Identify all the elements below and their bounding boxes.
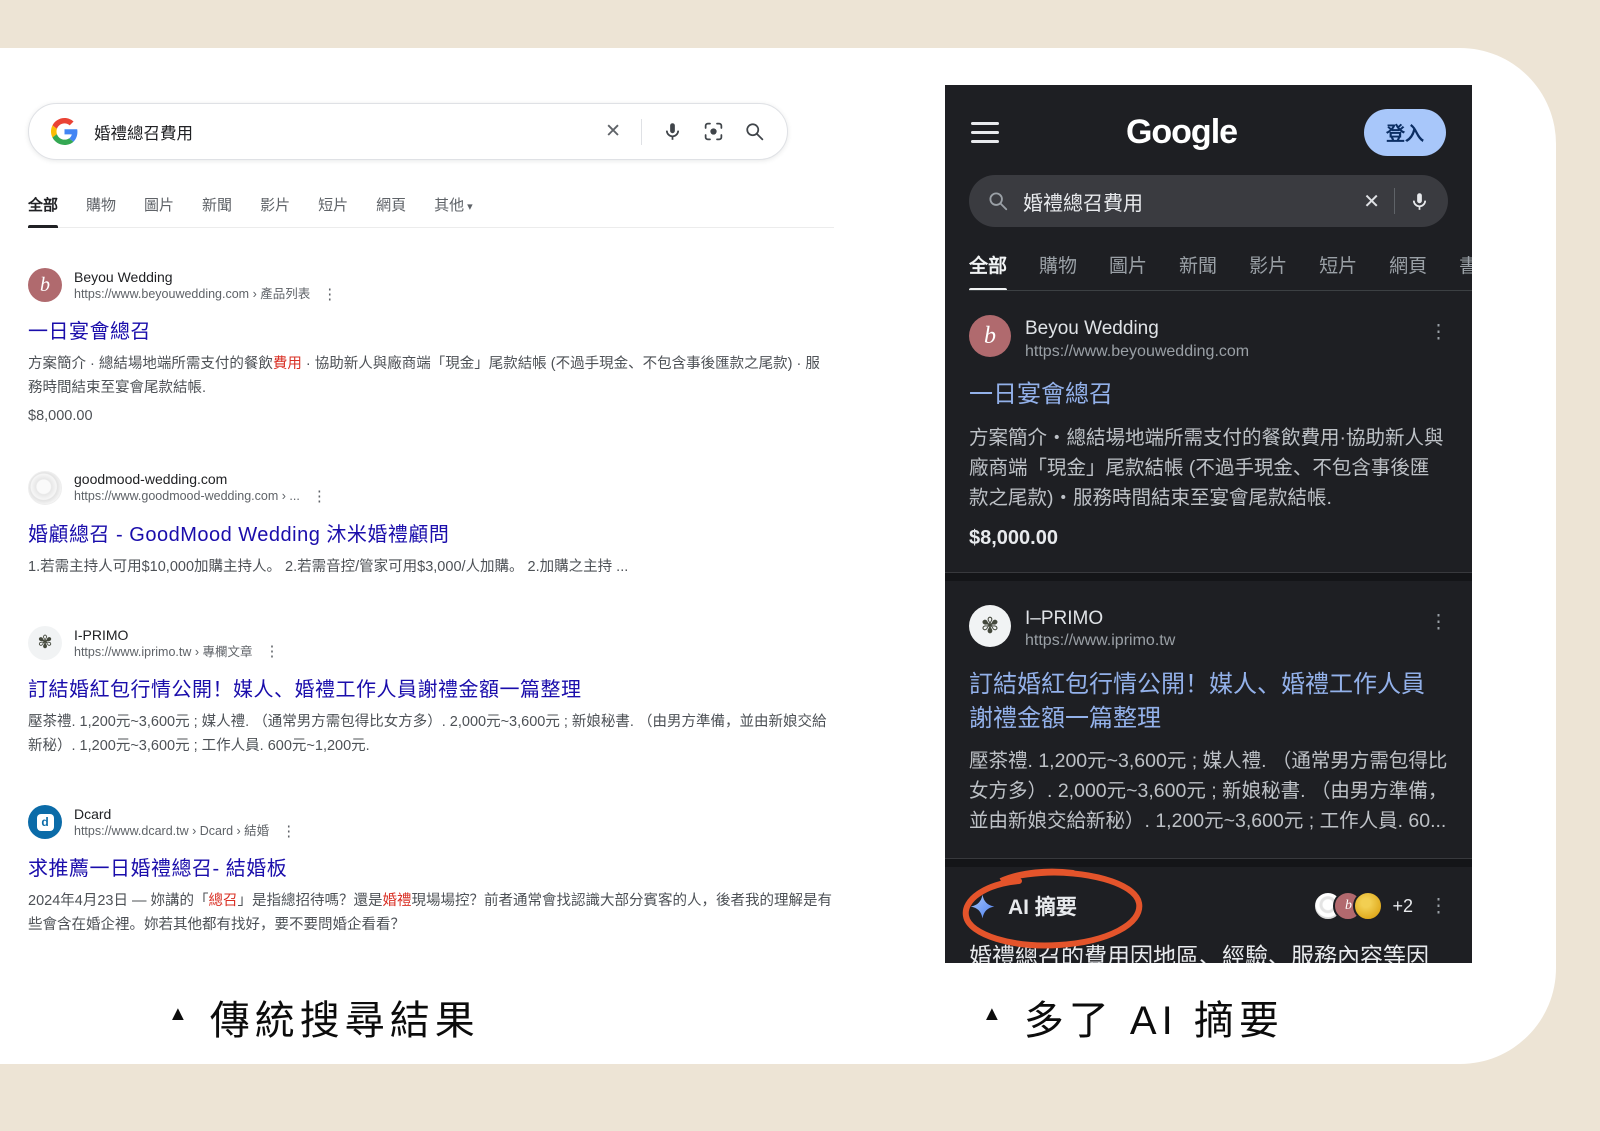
microphone-icon[interactable] (662, 121, 683, 142)
beyou-favicon: b (28, 268, 62, 302)
goodmood-favicon (28, 471, 62, 505)
result-snippet: 1.若需主持人可用$10,000加購主持人。 2.若需音控/管家可用$3,000… (28, 556, 834, 580)
beyou-favicon: b (969, 315, 1011, 357)
desktop-search-panel: 婚禮總召費用 ✕ 全部 購物 (28, 103, 834, 984)
divider (1394, 188, 1395, 214)
mobile-search-bar[interactable]: 婚禮總召費用 ✕ (969, 175, 1448, 227)
search-bar[interactable]: 婚禮總召費用 ✕ (28, 103, 788, 160)
more-options-icon[interactable]: ⋮ (1429, 315, 1448, 344)
result-snippet: 方案簡介・總結場地端所需支付的餐飲費用·協助新人與廠商端「現金」尾款結帳 (不過… (969, 423, 1448, 513)
result-title-link[interactable]: 訂結婚紅包行情公開！媒人、婚禮工作人員謝禮金額一篇整理 (28, 673, 834, 702)
tab-shorts[interactable]: 短片 (318, 194, 348, 215)
menu-icon[interactable] (971, 122, 999, 143)
tab-images[interactable]: 圖片 (1109, 251, 1147, 278)
search-results-list: b Beyou Wedding https://www.beyouwedding… (28, 268, 834, 938)
caption-traditional-results: ▲ 傳統搜尋結果 (168, 988, 480, 1046)
tab-web[interactable]: 網頁 (1389, 251, 1427, 278)
search-icon[interactable] (744, 121, 765, 142)
result-site-name[interactable]: I–PRIMO (1025, 607, 1175, 632)
ai-overview-label[interactable]: AI 摘要 (1008, 891, 1077, 921)
result-type-tabs: 全部 購物 圖片 新聞 影片 短片 網頁 其他▾ (28, 194, 834, 228)
result-snippet: 方案簡介 · 總結場地端所需支付的餐飲費用 · 協助新人與廠商端「現金」尾款結帳… (28, 353, 834, 401)
mobile-header: Google 登入 (945, 85, 1472, 155)
more-options-icon[interactable]: ⋮ (1429, 605, 1448, 634)
caption-ai-overview: ▲ 多了 AI 摘要 (982, 988, 1284, 1046)
result-title-link[interactable]: 求推薦一日婚禮總召- 結婚板 (28, 852, 834, 881)
section-divider (945, 572, 1472, 581)
tab-shorts[interactable]: 短片 (1319, 251, 1357, 278)
screenshot-canvas: 婚禮總召費用 ✕ 全部 購物 (0, 0, 1600, 1131)
result-site-name[interactable]: I-PRIMO (74, 626, 280, 644)
microphone-icon[interactable] (1409, 191, 1430, 212)
clear-search-icon[interactable]: ✕ (605, 122, 621, 141)
iprimo-favicon: ✾ (969, 605, 1011, 647)
search-result: b Beyou Wedding https://www.beyouwedding… (28, 268, 834, 424)
sign-in-button[interactable]: 登入 (1364, 109, 1446, 156)
more-options-icon[interactable]: ⋮ (322, 287, 337, 302)
result-price: $8,000.00 (969, 527, 1448, 550)
google-logo: Google (999, 113, 1364, 152)
mobile-search-panel: Google 登入 婚禮總召費用 ✕ 全部 購物 圖片 新聞 影片 短片 網 (945, 85, 1472, 963)
result-snippet: 2024年4月23日 — 妳講的「總召」是指總招待嗎？還是婚禮現場場控？前者通常… (28, 890, 834, 938)
more-options-icon[interactable]: ⋮ (265, 644, 280, 659)
tab-videos[interactable]: 影片 (260, 194, 290, 215)
search-query-text[interactable]: 婚禮總召費用 (1023, 187, 1349, 216)
result-snippet: 壓茶禮. 1,200元~3,600元 ; 媒人禮. （通常男方需包得比女方多）.… (969, 746, 1448, 836)
tab-videos[interactable]: 影片 (1249, 251, 1287, 278)
search-result: b Beyou Wedding https://www.beyouwedding… (945, 291, 1472, 550)
tab-web[interactable]: 網頁 (376, 194, 406, 215)
ai-sparkle-icon (969, 893, 996, 920)
result-url[interactable]: https://www.goodmood-wedding.com › ... (74, 488, 300, 504)
tab-books[interactable]: 書 (1459, 251, 1472, 278)
result-site-name[interactable]: Beyou Wedding (74, 268, 337, 286)
result-url[interactable]: https://www.iprimo.tw (1025, 631, 1175, 652)
tab-shopping[interactable]: 購物 (1039, 251, 1077, 278)
more-options-icon[interactable]: ⋮ (1429, 895, 1448, 918)
result-price: $8,000.00 (28, 408, 834, 424)
search-query-text[interactable]: 婚禮總召費用 (94, 120, 605, 144)
tab-images[interactable]: 圖片 (144, 194, 174, 215)
tab-news[interactable]: 新聞 (1179, 251, 1217, 278)
result-title-link[interactable]: 訂結婚紅包行情公開！媒人、婚禮工作人員謝禮金額一篇整理 (969, 668, 1448, 736)
chevron-down-icon: ▾ (467, 201, 473, 213)
search-icon (987, 190, 1009, 212)
result-site-name[interactable]: Beyou Wedding (1025, 317, 1249, 342)
google-g-logo-icon (51, 118, 78, 145)
result-snippet: 壓茶禮. 1,200元~3,600元 ; 媒人禮. （通常男方需包得比女方多）.… (28, 711, 834, 759)
result-url[interactable]: https://www.beyouwedding.com › 產品列表 (74, 286, 310, 302)
triangle-marker-icon: ▲ (982, 1003, 1002, 1026)
tab-all[interactable]: 全部 (969, 251, 1007, 278)
result-type-tabs: 全部 購物 圖片 新聞 影片 短片 網頁 書 (969, 251, 1472, 291)
ai-source-chips[interactable]: b +2 ⋮ (1313, 891, 1448, 921)
result-url[interactable]: https://www.iprimo.tw › 專欄文章 (74, 644, 253, 660)
tab-news[interactable]: 新聞 (202, 194, 232, 215)
more-options-icon[interactable]: ⋮ (281, 824, 296, 839)
ai-overview-section: AI 摘要 b +2 ⋮ 婚禮總召的費用因地區、經驗、服務內容等因素而異，大約落… (945, 867, 1472, 963)
tab-shopping[interactable]: 購物 (86, 194, 116, 215)
search-result: goodmood-wedding.com https://www.goodmoo… (28, 470, 834, 579)
result-title-link[interactable]: 一日宴會總召 (969, 378, 1448, 412)
result-site-name[interactable]: goodmood-wedding.com (74, 470, 327, 488)
result-url[interactable]: https://www.dcard.tw › Dcard › 結婚 (74, 823, 269, 839)
section-divider (945, 858, 1472, 867)
google-lens-icon[interactable] (703, 121, 724, 142)
search-result: ✾ I-PRIMO https://www.iprimo.tw › 專欄文章 ⋮… (28, 626, 834, 759)
triangle-marker-icon: ▲ (168, 1003, 188, 1026)
tab-more[interactable]: 其他▾ (434, 194, 473, 215)
clear-search-icon[interactable]: ✕ (1363, 189, 1380, 214)
ai-overview-text: 婚禮總召的費用因地區、經驗、服務內容等因素而異，大約落在5,000 元到50,0… (969, 939, 1450, 963)
dcard-favicon: d (28, 805, 62, 839)
result-title-link[interactable]: 婚顧總召 - GoodMood Wedding 沐米婚禮顧問 (28, 518, 834, 547)
result-url[interactable]: https://www.beyouwedding.com (1025, 342, 1249, 363)
result-title-link[interactable]: 一日宴會總召 (28, 315, 834, 344)
source-favicon[interactable] (1353, 891, 1383, 921)
divider (641, 119, 642, 145)
result-site-name[interactable]: Dcard (74, 805, 296, 823)
search-result: d Dcard https://www.dcard.tw › Dcard › 結… (28, 805, 834, 938)
tab-all[interactable]: 全部 (28, 194, 58, 215)
search-result: ✾ I–PRIMO https://www.iprimo.tw ⋮ 訂結婚紅包行… (945, 581, 1472, 837)
more-sources-count[interactable]: +2 (1392, 896, 1413, 917)
iprimo-favicon: ✾ (28, 626, 62, 660)
more-options-icon[interactable]: ⋮ (312, 489, 327, 504)
